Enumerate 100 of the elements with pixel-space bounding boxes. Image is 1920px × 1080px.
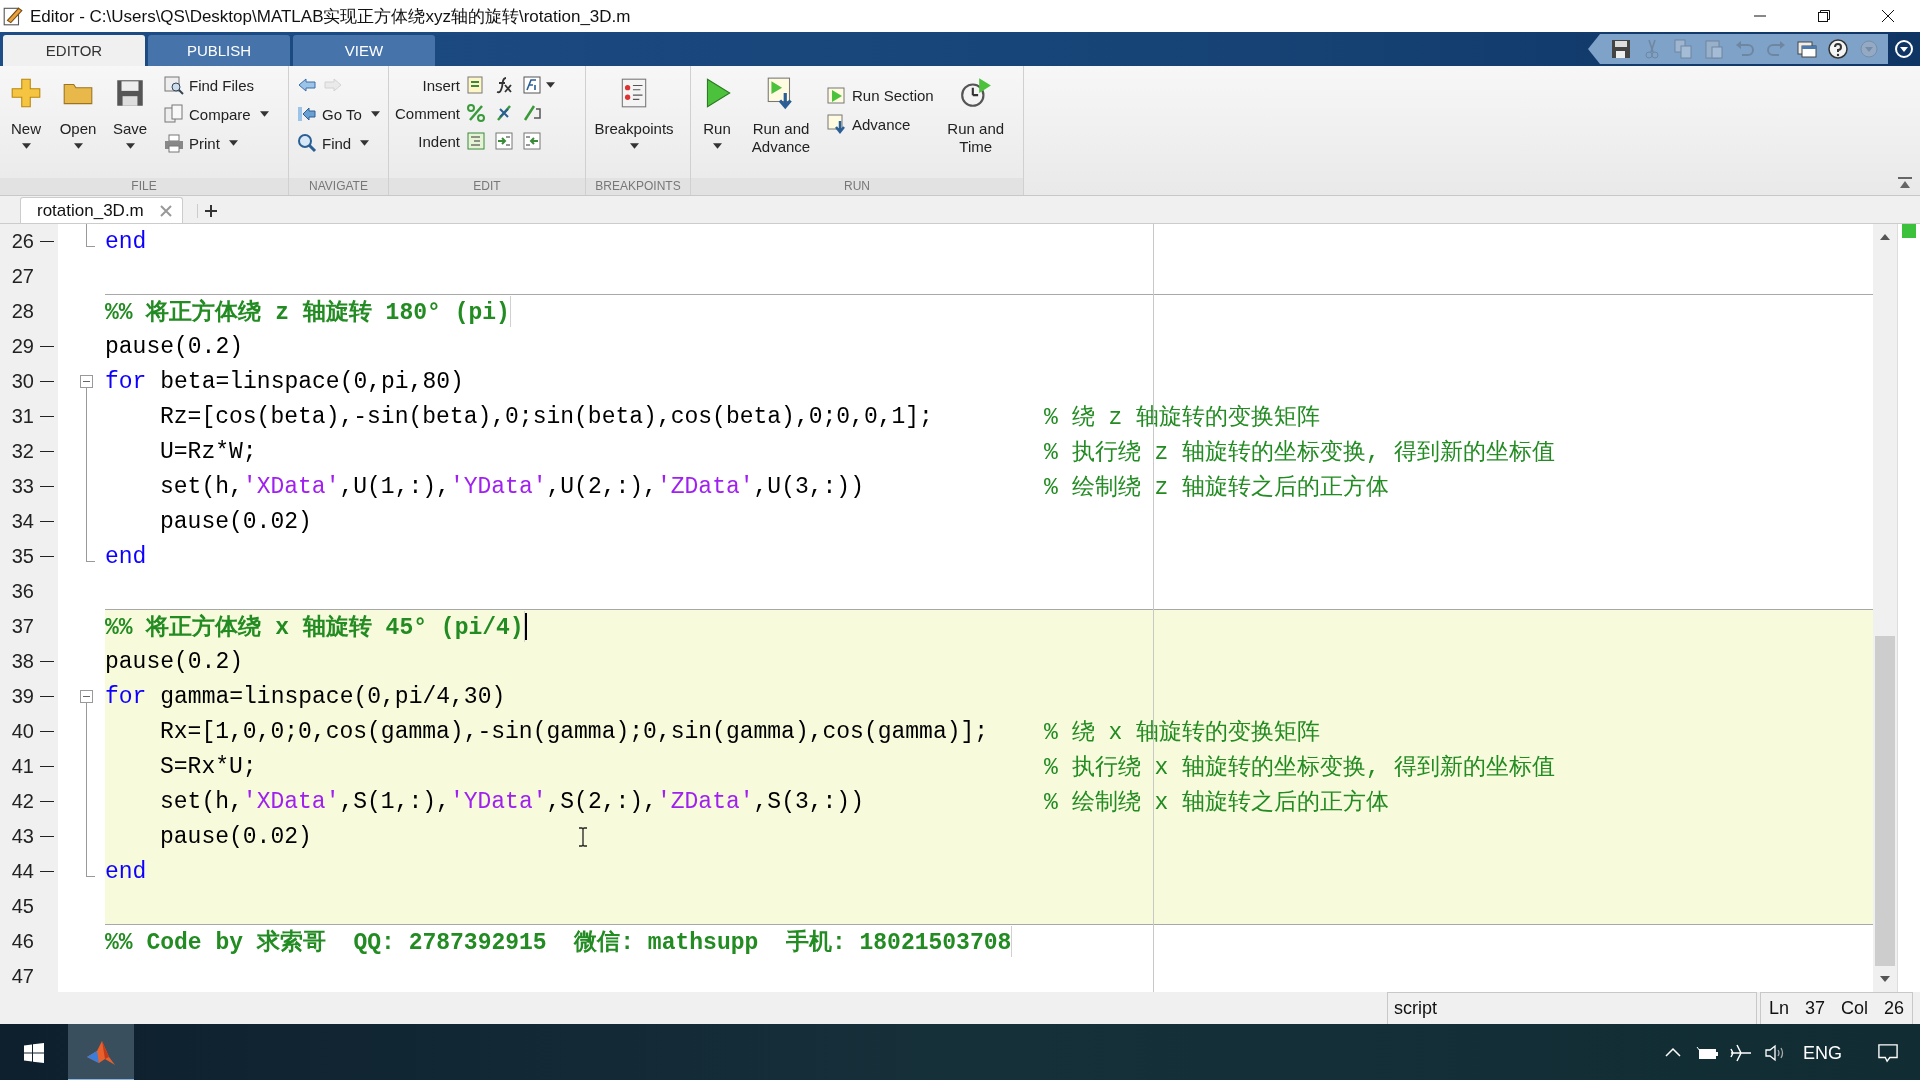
code-line: pause(0.2): [105, 648, 244, 675]
caret-icon: [73, 143, 83, 149]
collapse-toolstrip-icon[interactable]: [1898, 177, 1912, 189]
function-icon[interactable]: [494, 75, 515, 95]
print-button[interactable]: Print: [160, 130, 273, 156]
scrollbar[interactable]: [1873, 224, 1897, 992]
line-number: 29: [10, 334, 35, 359]
insert-label: Insert: [421, 76, 461, 94]
fold-toggle[interactable]: [80, 690, 93, 703]
section-label: NAVIGATE: [289, 178, 388, 195]
window-layout-icon[interactable]: [1796, 38, 1818, 60]
advance-button[interactable]: Advance: [823, 111, 938, 137]
code-comment: % 绕 z 轴旋转的变换矩阵: [1044, 403, 1320, 432]
code-line: set(h,'XData',S(1,:),'YData',S(2,:),'ZData',S(3,:)): [160, 788, 864, 815]
caret-icon: [629, 143, 639, 149]
section-label: RUN: [691, 178, 1023, 195]
window-title: Editor - C:\Users\QS\Desktop\MATLAB实现正方体绕xyz轴的旋转\rotation_3D.m: [30, 5, 631, 28]
fixed-point-icon[interactable]: [522, 75, 543, 95]
section-label: FILE: [0, 178, 288, 195]
scroll-up-icon[interactable]: [1880, 234, 1890, 240]
go-to-button[interactable]: Go To: [293, 101, 384, 127]
ribbon-tab[interactable]: PUBLISH: [148, 35, 290, 66]
code-line: pause(0.02): [160, 508, 312, 535]
input-language-indicator[interactable]: ENG: [1803, 1042, 1842, 1064]
scroll-down-icon[interactable]: [1880, 976, 1890, 982]
line-number: 34: [10, 509, 35, 534]
code-line: S=Rx*U;: [160, 753, 257, 780]
code-line: end: [105, 543, 147, 570]
close-icon[interactable]: [159, 204, 172, 217]
new-button[interactable]: New: [0, 72, 52, 153]
breakpoints-button[interactable]: Breakpoints: [586, 72, 682, 153]
line-number: 33: [10, 474, 35, 499]
help-icon[interactable]: [1827, 38, 1849, 60]
line-number: 36: [10, 579, 35, 604]
code-line: for beta=linspace(0,pi,80): [105, 368, 464, 395]
line-number: 32: [10, 439, 35, 464]
compare-button[interactable]: Compare: [160, 101, 273, 127]
file-tab[interactable]: rotation_3D.m: [20, 197, 183, 223]
line-number: 47: [10, 964, 35, 989]
code-comment: % 执行绕 x 轴旋转的坐标变换, 得到新的坐标值: [1044, 753, 1555, 782]
find-button[interactable]: Find: [293, 130, 384, 156]
ribbon-tab[interactable]: VIEW: [293, 35, 435, 66]
decrease-indent-icon[interactable]: [522, 131, 543, 151]
save-icon[interactable]: [1610, 38, 1632, 60]
documents-icon: [164, 104, 184, 124]
line-number: 40: [10, 719, 35, 744]
line-number: 28: [10, 299, 35, 324]
section-label: BREAKPOINTS: [586, 178, 690, 195]
code-line: for gamma=linspace(0,pi/4,30): [105, 683, 506, 710]
stopwatch-play-icon: [958, 76, 993, 110]
smart-indent-icon[interactable]: [466, 131, 487, 151]
run-section-button[interactable]: Run Section: [823, 82, 938, 108]
airplane-icon[interactable]: [1729, 1043, 1753, 1063]
code-line: U=Rz*W;: [160, 438, 257, 465]
open-button[interactable]: Open: [52, 72, 104, 153]
line-number: 26: [10, 229, 35, 254]
dropdown-icon[interactable]: [1893, 38, 1915, 60]
run-button[interactable]: Run: [691, 72, 743, 153]
line-number: 43: [10, 824, 35, 849]
run-and-advance-button[interactable]: Run and Advance: [743, 72, 819, 160]
column-label: Col: [1841, 998, 1869, 1019]
line-number: 45: [10, 894, 35, 919]
back-arrow-icon[interactable]: [297, 75, 317, 95]
code-line: pause(0.2): [105, 333, 244, 360]
line-number: 31: [10, 404, 35, 429]
line-value: 37: [1805, 998, 1826, 1019]
plus-icon: [9, 76, 43, 110]
find-files-button[interactable]: Find Files: [160, 72, 273, 98]
code-line: pause(0.02): [160, 823, 312, 850]
code-comment: % 绕 x 轴旋转的变换矩阵: [1044, 718, 1320, 747]
caret-icon: [228, 140, 238, 146]
code-line: %% Code by 求索哥 QQ: 2787392915 微信: mathsupp 手机: 18021503708: [105, 926, 1013, 957]
ribbon-tab[interactable]: EDITOR: [3, 35, 145, 66]
line-number: 30: [10, 369, 35, 394]
percent-icon[interactable]: [466, 103, 487, 123]
code-line: %% 将正方体绕 z 轴旋转 180° (pi): [105, 296, 511, 327]
mouse-pointer-icon: [578, 827, 588, 847]
caret-icon: [259, 111, 269, 117]
code-line: end: [105, 228, 147, 255]
code-comment: % 绘制绕 z 轴旋转之后的正方体: [1044, 473, 1389, 502]
column-value: 26: [1884, 998, 1905, 1019]
code-line: %% 将正方体绕 x 轴旋转 45° (pi/4): [105, 611, 525, 642]
run-and-time-button[interactable]: Run and Time: [937, 72, 1014, 160]
line-number: 37: [10, 614, 35, 639]
code-comment: % 绘制绕 x 轴旋转之后的正方体: [1044, 788, 1389, 817]
save-button[interactable]: Save: [104, 72, 156, 153]
wrap-comment-icon[interactable]: [522, 103, 543, 123]
caret-icon: [712, 143, 722, 149]
line-number: 27: [10, 264, 35, 289]
scrollbar-thumb[interactable]: [1875, 636, 1895, 966]
line-number: 38: [10, 649, 35, 674]
code-line: end: [105, 858, 147, 885]
increase-indent-icon[interactable]: [494, 131, 515, 151]
caret-icon: [125, 143, 135, 149]
fold-toggle[interactable]: [80, 375, 93, 388]
caret-icon: [360, 140, 370, 146]
code-line: Rz=[cos(beta),-sin(beta),0;sin(beta),cos(beta),0;0,0,1];: [160, 403, 933, 430]
notification-icon[interactable]: [1876, 1043, 1900, 1063]
printer-icon: [164, 133, 184, 153]
code-line: Rx=[1,0,0;0,cos(gamma),-sin(gamma);0,sin(gamma),cos(gamma)];: [160, 718, 989, 745]
